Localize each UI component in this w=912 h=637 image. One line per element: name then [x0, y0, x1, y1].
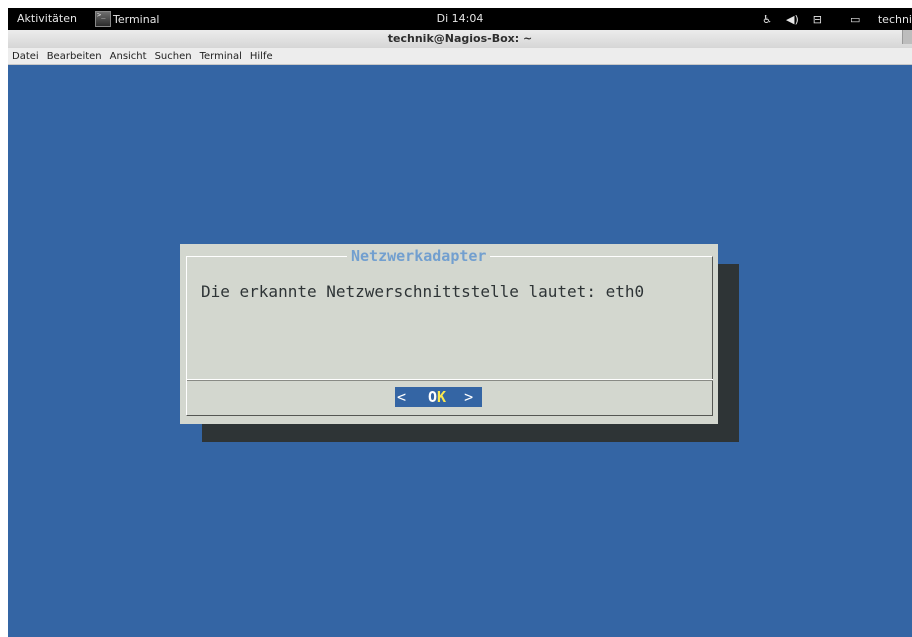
netzwerkadapter-dialog: Netzwerkadapter Die erkannte Netzwerschn…: [180, 244, 718, 424]
menu-hilfe[interactable]: Hilfe: [250, 51, 273, 62]
ok-button-right-bracket: >: [464, 388, 474, 406]
menubar: Datei Bearbeiten Ansicht Suchen Terminal…: [8, 48, 912, 65]
gnome-top-bar: Aktivitäten Terminal Di 14:04 ♿ ◀) ⊟ ▭ t…: [8, 8, 912, 30]
menu-bearbeiten[interactable]: Bearbeiten: [47, 51, 102, 62]
terminal-icon: [95, 11, 111, 27]
menu-terminal[interactable]: Terminal: [200, 51, 242, 62]
dialog-title: Netzwerkadapter: [347, 246, 491, 266]
system-tray: ♿ ◀) ⊟ ▭ techni: [748, 8, 912, 30]
menu-suchen[interactable]: Suchen: [155, 51, 192, 62]
activities-button[interactable]: Aktivitäten: [17, 12, 77, 25]
app-menu[interactable]: Terminal: [95, 8, 160, 30]
ok-button-label: OK: [428, 387, 446, 407]
app-menu-label: Terminal: [113, 12, 160, 26]
window-control-button[interactable]: [902, 30, 912, 44]
network-icon[interactable]: ⊟: [813, 13, 822, 26]
menu-ansicht[interactable]: Ansicht: [110, 51, 147, 62]
clock[interactable]: Di 14:04: [437, 12, 484, 25]
ok-button-label-first: O: [428, 388, 438, 406]
menu-datei[interactable]: Datei: [12, 51, 39, 62]
accessibility-icon[interactable]: ♿: [762, 13, 772, 26]
volume-icon[interactable]: ◀): [786, 13, 799, 26]
dialog-separator: [187, 379, 713, 381]
ok-button[interactable]: < OK >: [395, 387, 482, 407]
dialog-message: Die erkannte Netzwerschnittstelle lautet…: [201, 282, 645, 301]
ok-button-left-bracket: <: [397, 388, 407, 406]
user-name: techni: [877, 12, 912, 26]
window-titlebar[interactable]: technik@Nagios-Box: ~: [8, 30, 912, 48]
ok-button-hotkey: K: [437, 388, 447, 406]
user-status-icon: ▭: [849, 12, 864, 26]
user-menu[interactable]: ▭ techni: [836, 13, 912, 26]
window-title: technik@Nagios-Box: ~: [387, 32, 533, 45]
